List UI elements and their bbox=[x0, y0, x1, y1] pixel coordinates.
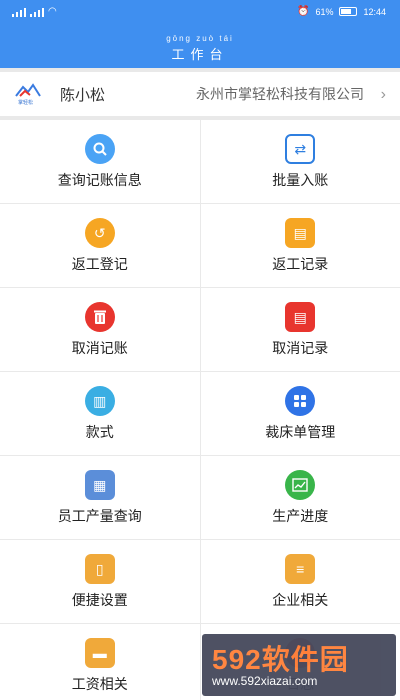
book-open-icon: ▯ bbox=[84, 554, 115, 584]
menu-row: ▦ 员工产量查询 生产进度 bbox=[0, 456, 400, 539]
company-selector[interactable]: 掌轻松 陈小松 永州市掌轻松科技有限公司 › bbox=[0, 72, 400, 116]
menu-item-label: 企业相关 bbox=[272, 592, 329, 608]
menu-item-label: 员工产量查询 bbox=[57, 508, 142, 524]
menu-item-label: 查询记账信息 bbox=[57, 172, 142, 188]
folder-icon: ▬ bbox=[84, 638, 115, 668]
page-title-wrap: gōng zuò tái 工作台 bbox=[0, 34, 400, 63]
trash-icon bbox=[84, 302, 115, 332]
book-icon: ▥ bbox=[84, 386, 115, 416]
menu-item-label: 取消记账 bbox=[71, 340, 128, 356]
record-icon: ▤ bbox=[285, 302, 316, 332]
menu-item-label: 款式 bbox=[85, 424, 114, 440]
menu-item-label: 裁床单管理 bbox=[265, 424, 336, 440]
watermark-brand: 592软件园 bbox=[212, 644, 349, 675]
status-time: 12:44 bbox=[363, 6, 386, 17]
company-name: 永州市掌轻松科技有限公司 bbox=[196, 86, 364, 102]
document-icon: ≡ bbox=[285, 554, 316, 584]
logo-mountain-icon bbox=[15, 83, 41, 97]
search-icon bbox=[84, 134, 115, 164]
page-title: 工作台 bbox=[171, 47, 229, 62]
grid-icon bbox=[285, 386, 316, 416]
menu-row: ▯ 便捷设置 ≡ 企业相关 bbox=[0, 540, 400, 623]
signal-icon bbox=[12, 7, 26, 17]
status-bar: ◠ ⏰ 61% 12:44 bbox=[0, 0, 400, 26]
battery-percent: 61% bbox=[315, 6, 334, 17]
wifi-icon: ◠ bbox=[48, 6, 57, 17]
company-logo: 掌轻松 bbox=[14, 82, 42, 106]
chart-icon bbox=[285, 470, 316, 500]
status-left: ◠ bbox=[12, 6, 57, 17]
record-icon: ▤ bbox=[285, 218, 316, 248]
menu-row: ↺ 返工登记 ▤ 返工记录 bbox=[0, 204, 400, 287]
status-right: ⏰ 61% 12:44 bbox=[297, 6, 386, 17]
menu-item-rework-register[interactable]: ↺ 返工登记 bbox=[0, 204, 200, 287]
menu-item-label: 取消记录 bbox=[272, 340, 329, 356]
menu-item-cancel-record[interactable]: ▤ 取消记录 bbox=[200, 288, 400, 371]
app-header: ◠ ⏰ 61% 12:44 gōng zuò tái 工作台 bbox=[0, 0, 400, 68]
menu-item-salary[interactable]: ▬ 工资相关 bbox=[0, 624, 200, 700]
menu-item-label: 返工记录 bbox=[272, 256, 329, 272]
report-icon: ▦ bbox=[84, 470, 115, 500]
batch-icon: ⇄ bbox=[285, 134, 316, 164]
menu-item-label: 生产进度 bbox=[272, 508, 329, 524]
chevron-right-icon: › bbox=[380, 86, 386, 103]
menu-item-label: 批量入账 bbox=[272, 172, 329, 188]
user-name: 陈小松 bbox=[60, 86, 106, 104]
undo-icon: ↺ bbox=[84, 218, 115, 248]
menu-item-query-account[interactable]: 查询记账信息 bbox=[0, 120, 200, 203]
menu-item-enterprise[interactable]: ≡ 企业相关 bbox=[200, 540, 400, 623]
menu-item-batch-entry[interactable]: ⇄ 批量入账 bbox=[200, 120, 400, 203]
menu-item-label: 便捷设置 bbox=[71, 592, 128, 608]
watermark-overlay: 592软件园 www.592xiazai.com bbox=[202, 634, 396, 696]
logo-text: 掌轻松 bbox=[18, 100, 34, 106]
menu-grid: 查询记账信息 ⇄ 批量入账 ↺ 返工登记 ▤ 返工记录 取消记账 ▤ 取消记录 bbox=[0, 120, 400, 700]
watermark-url: www.592xiazai.com bbox=[212, 674, 318, 688]
menu-item-label: 工资相关 bbox=[71, 676, 128, 692]
menu-item-style[interactable]: ▥ 款式 bbox=[0, 372, 200, 455]
menu-item-employee-output[interactable]: ▦ 员工产量查询 bbox=[0, 456, 200, 539]
menu-item-quick-settings[interactable]: ▯ 便捷设置 bbox=[0, 540, 200, 623]
menu-item-cancel-account[interactable]: 取消记账 bbox=[0, 288, 200, 371]
signal-icon-2 bbox=[30, 7, 44, 17]
menu-item-production-progress[interactable]: 生产进度 bbox=[200, 456, 400, 539]
battery-icon bbox=[339, 7, 358, 16]
alarm-icon: ⏰ bbox=[297, 6, 310, 17]
menu-row: ▥ 款式 裁床单管理 bbox=[0, 372, 400, 455]
menu-item-cutting-order[interactable]: 裁床单管理 bbox=[200, 372, 400, 455]
menu-row: 查询记账信息 ⇄ 批量入账 bbox=[0, 120, 400, 203]
menu-item-label: 返工登记 bbox=[71, 256, 128, 272]
menu-row: 取消记账 ▤ 取消记录 bbox=[0, 288, 400, 371]
title-pinyin: gōng zuò tái bbox=[166, 34, 234, 43]
menu-item-rework-record[interactable]: ▤ 返工记录 bbox=[200, 204, 400, 287]
